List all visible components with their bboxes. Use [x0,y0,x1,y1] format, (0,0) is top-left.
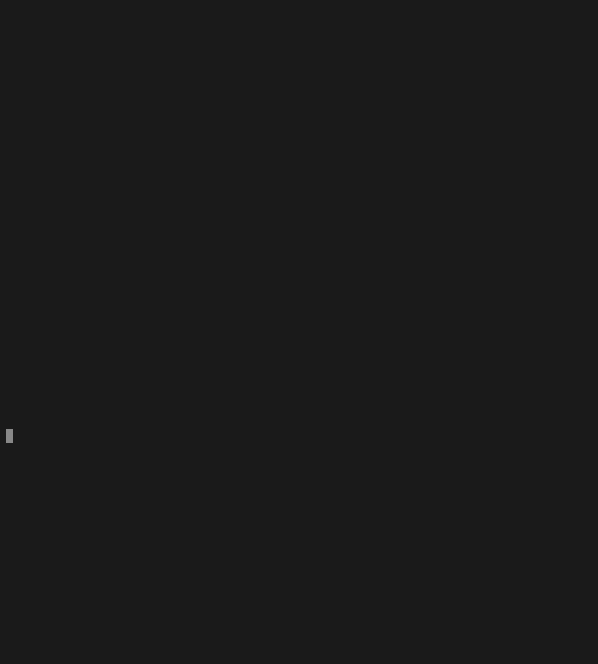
rule-row [6,274,592,325]
terminal-output [0,0,598,464]
blank-row [6,105,592,122]
prompt-line[interactable] [6,426,592,443]
cursor-icon [6,429,13,443]
table-header-row [6,173,592,224]
